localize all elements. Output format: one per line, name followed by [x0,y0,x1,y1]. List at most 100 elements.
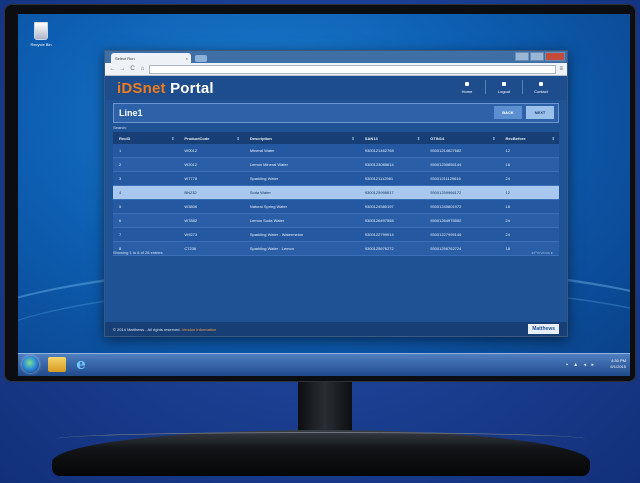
portal-header: iDSnet Portal Home Logout Contact [105,76,567,100]
contact-icon [539,82,543,86]
start-orb-icon[interactable] [22,356,39,373]
table-info: Showing 1 to 8 of 26 entries [113,250,163,255]
sort-icon: ⇕ [236,135,240,141]
close-window-button[interactable] [545,52,565,61]
monitor-stand-neck [298,382,352,434]
table-cell: Lemon Soda Water [249,218,285,223]
sort-icon: ⇕ [551,135,556,141]
table-row[interactable]: 3 W7778 Sparkling Water 9300121112981 930012… [113,172,559,186]
table-cell: 9300121462768 [364,148,394,153]
table-cell: 9300125676272 [364,246,394,251]
table-cell: 93001256762724 [430,246,462,251]
nav-contact[interactable]: Contact [522,80,559,94]
portal-page: iDSnet Portal Home Logout Contact Line1 … [105,76,567,336]
nav-home[interactable]: Home [449,80,485,94]
reload-icon[interactable]: C [129,66,136,72]
table-cell: 7 [119,232,122,237]
table-cell: 18 [505,204,510,209]
address-bar[interactable] [149,64,557,74]
close-icon[interactable]: × [186,56,188,61]
new-tab-button[interactable] [195,55,207,62]
table-cell: 93001264975582 [430,218,462,223]
nav-logout-label: Logout [497,89,511,94]
table-cell: W2012 [184,162,198,167]
table-cell: Sparkling Water [249,176,279,181]
browser-tab[interactable]: Select Run × [111,53,191,63]
monitor-stand-rim [56,432,586,439]
table-row[interactable]: 4 BN232 Soda Water 9300125996617 93001259966… [113,186,559,200]
home-icon [465,82,469,86]
back-arrow-icon[interactable]: ← [109,66,116,72]
table-cell: 93001227999146 [430,232,462,237]
table-cell: 1 [119,148,122,153]
table-cell: 93001214627682 [430,148,462,153]
folder-icon[interactable] [48,357,66,372]
table-cell: 3 [119,176,122,181]
table-cell: Mineral Water [249,148,275,153]
table-cell: 12 [505,190,510,195]
recycle-bin-label: Recycle Bin [30,42,52,47]
logout-icon [502,82,506,86]
version-link[interactable]: Version Information [182,327,216,332]
nav-logout[interactable]: Logout [485,80,522,94]
recycle-bin-icon[interactable]: Recycle Bin [26,22,56,47]
browser-toolbar: ← → C ⌂ ≡ [105,63,567,76]
table-row[interactable]: 5 W3806 Natural Spring Water 9300124580197 9… [113,200,559,214]
internet-explorer-icon[interactable]: e [72,357,90,372]
clock[interactable]: 4:30 PM 6/1/2015 [610,358,626,370]
desktop-screen: Recycle Bin Select Run × ← → C ⌂ ≡ iDSne… [18,14,630,376]
trash-icon [34,22,48,40]
table-cell: C7236 [184,246,197,251]
minimize-button[interactable] [515,52,529,61]
pagination[interactable]: ◂ Previous ▸ [531,250,553,255]
column-header[interactable]: GTIN14 ⇕ [424,132,499,144]
tab-strip: Select Run × [105,51,567,63]
table-cell: W7778 [184,176,198,181]
table-cell: 18 [505,162,510,167]
sort-icon: ⇕ [171,135,175,141]
table-cell: 9300121112981 [364,176,394,181]
header-label: RecID [119,135,131,141]
table-row[interactable]: 2 W2012 Lemon Mineral Water 9300123085614 93… [113,158,559,172]
maximize-button[interactable] [530,52,544,61]
table-cell: 9300122799914 [364,232,394,237]
menu-icon[interactable]: ≡ [559,66,563,72]
browser-window: Select Run × ← → C ⌂ ≡ iDSnet Portal Hom… [104,50,568,337]
table-cell: 93001259966172 [430,190,462,195]
copyright: © 2014 Matthews - All rights reserved. V… [113,327,216,332]
table-body: 1 W0012 Mineral Water 9300121462768 93001214… [113,144,559,256]
column-header[interactable]: RecID ⇕ [113,132,178,144]
header-label: GTIN14 [430,135,445,141]
forward-arrow-icon[interactable]: → [119,66,126,72]
page-footer: © 2014 Matthews - All rights reserved. V… [105,322,567,336]
portal-title-brand: iDSnet [117,80,166,97]
table-row[interactable]: 8 C7236 Sparkling Water - Lemon 93001256762… [113,242,559,256]
table-cell: 5 [119,204,122,209]
column-header[interactable]: ProductCode ⇕ [178,132,243,144]
column-header[interactable]: Description ⇕ [244,132,359,144]
table-cell: W3806 [184,204,198,209]
copyright-text: © 2014 Matthews - All rights reserved. [113,326,181,332]
table-cell: BN232 [184,190,197,195]
table-cell: 4 [119,190,122,195]
table-cell: 9300126497558 [364,218,394,223]
table-cell: 9300125996617 [364,190,394,195]
back-button[interactable]: BACK [494,106,522,119]
table-cell: 9300124580197 [364,204,394,209]
home-icon[interactable]: ⌂ [139,66,146,72]
table-row[interactable]: 7 W9273 Sparkling Water - Watermelon 930012… [113,228,559,242]
sort-icon: ⇕ [351,135,355,141]
system-tray[interactable]: ▪ ▲ ◂ ▸ [566,362,596,368]
table-cell: 24 [505,218,510,223]
table-row[interactable]: 1 W0012 Mineral Water 9300121462768 93001214… [113,144,559,158]
portal-title: iDSnet Portal [117,80,214,97]
table-cell: 93001245801972 [430,204,462,209]
table-cell: Sparkling Water - Lemon [249,246,294,251]
table-row[interactable]: 6 W7882 Lemon Soda Water 9300126497558 93001… [113,214,559,228]
next-button[interactable]: NEXT [526,106,554,119]
header-label: RecBefore [505,135,526,141]
column-header[interactable]: RecBefore ⇕ [500,132,559,144]
header-label: Description [249,135,272,141]
column-header[interactable]: SAN13 ⇕ [359,132,424,144]
nav-home-label: Home [461,89,473,94]
